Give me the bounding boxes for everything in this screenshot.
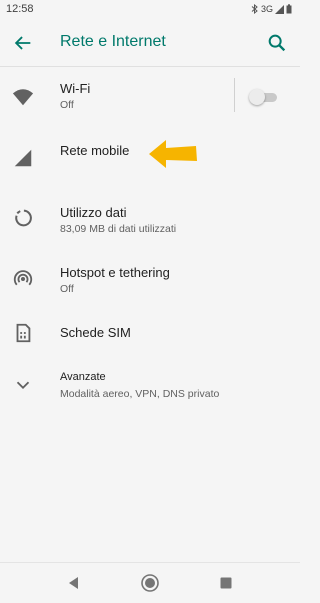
data-usage-title: Utilizzo dati: [60, 205, 127, 220]
back-arrow-icon[interactable]: [12, 32, 34, 54]
data-usage-icon: [15, 209, 32, 227]
wifi-status: Off: [60, 99, 74, 111]
list-item-advanced[interactable]: Avanzate Modalità aereo, VPN, DNS privat…: [0, 361, 300, 413]
network-type: 3G: [260, 4, 273, 14]
bluetooth-icon: [251, 4, 258, 14]
wifi-divider: [234, 78, 235, 112]
status-icons: 3G: [251, 4, 292, 14]
signal-icon: [275, 4, 284, 14]
navigation-bar: [0, 562, 300, 603]
app-bar: Rete e Internet: [0, 18, 300, 68]
data-usage-summary: 83,09 MB di dati utilizzati: [60, 223, 177, 235]
wifi-toggle-thumb: [249, 89, 265, 105]
sim-card-icon: [16, 323, 31, 343]
hotspot-icon: [13, 270, 33, 286]
list-item-data-usage[interactable]: Utilizzo dati 83,09 MB di dati utilizzat…: [0, 187, 300, 247]
page-title: Rete e Internet: [60, 33, 166, 50]
pointer-arrow-icon: [149, 140, 197, 168]
back-triangle-icon[interactable]: [64, 573, 84, 593]
advanced-title: Avanzate: [60, 371, 106, 383]
status-bar: 12:58 3G: [0, 0, 300, 18]
chevron-down-icon: [16, 381, 30, 390]
search-icon[interactable]: [266, 32, 288, 54]
sim-cards-title: Schede SIM: [60, 325, 131, 340]
recents-square-icon[interactable]: [216, 573, 236, 593]
list-item-hotspot[interactable]: Hotspot e tethering Off: [0, 247, 300, 307]
wifi-toggle[interactable]: [249, 89, 279, 105]
home-circle-icon[interactable]: [140, 573, 160, 593]
wifi-icon: [12, 89, 34, 106]
hotspot-title: Hotspot e tethering: [60, 265, 170, 280]
mobile-signal-icon: [14, 149, 32, 167]
battery-icon: [286, 4, 292, 14]
mobile-network-title: Rete mobile: [60, 143, 130, 158]
hotspot-status: Off: [60, 283, 74, 295]
list-item-sim-cards[interactable]: Schede SIM: [0, 307, 300, 361]
wifi-title: Wi-Fi: [60, 81, 91, 96]
advanced-summary: Modalità aereo, VPN, DNS privato: [60, 388, 220, 400]
status-time: 12:58: [6, 3, 34, 15]
